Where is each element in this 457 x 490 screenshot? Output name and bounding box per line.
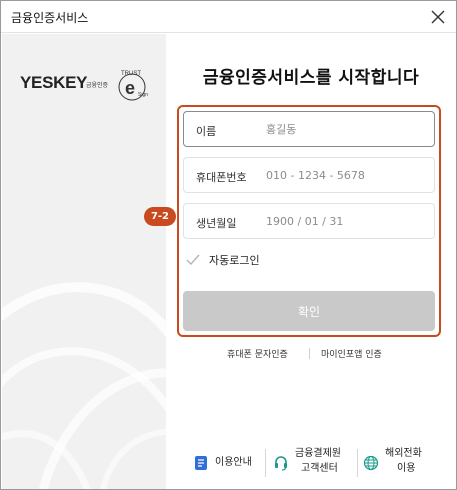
name-input[interactable] [266,118,426,140]
headset-icon [275,456,287,471]
svg-text:TRUST: TRUST [121,71,141,77]
phone-label: 휴대폰번호 [196,171,247,184]
confirm-button[interactable]: 확인 [183,291,435,331]
footer-divider [265,449,266,477]
sms-auth-link[interactable]: 휴대폰 문자인증 [227,347,288,360]
title-bar: 금융인증서비스 [1,1,456,33]
document-icon [195,456,207,470]
birth-input[interactable] [266,210,426,232]
support-label-line1: 금융결제원 [295,448,341,459]
birth-label: 생년월일 [196,217,237,230]
birth-field[interactable]: 생년월일 [183,203,435,239]
guide-link[interactable]: 이용안내 [193,445,265,481]
overseas-call-link[interactable]: 해외전화 이용 [363,445,443,481]
link-divider [309,348,310,359]
auth-window: 금융인증서비스 YESKEY 금융인증 TRUST e Sign 금융인증서비스 [0,0,457,490]
name-field[interactable]: 이름 [183,111,435,147]
footer-divider [357,449,358,477]
name-label: 이름 [196,125,217,138]
trust-esign-badge-icon: TRUST e Sign [118,71,148,101]
left-brand-panel: YESKEY 금융인증 TRUST e Sign [2,34,166,489]
step-badge: 7-2 [144,207,176,226]
globe-icon [363,455,379,471]
close-button[interactable] [426,5,450,29]
checkmark-icon [186,254,200,266]
svg-text:e: e [125,78,135,98]
logo-subtitle: 금융인증 [86,82,109,89]
page-heading: 금융인증서비스를 시작합니다 [202,68,420,88]
footer-links: 이용안내 금융결제원 고객센터 해외전화 이용 [181,445,451,481]
support-center-link[interactable]: 금융결제원 고객센터 [273,445,357,481]
svg-text:Sign: Sign [138,92,148,98]
window-title: 금융인증서비스 [11,11,89,25]
alternative-auth-links: 휴대폰 문자인증 마이인포앱 인증 [177,347,441,363]
phone-field[interactable]: 휴대폰번호 [183,157,435,193]
overseas-label-line2: 이용 [397,463,416,474]
myinfo-app-auth-link[interactable]: 마이인포앱 인증 [321,347,382,360]
support-label-line2: 고객센터 [301,463,338,474]
logo-wordmark: YESKEY [20,73,88,92]
phone-input[interactable] [266,164,426,186]
close-icon [431,10,445,24]
auto-login-label: 자동로그인 [209,254,260,267]
overseas-label-line1: 해외전화 [385,448,422,459]
yeskey-logo: YESKEY 금융인증 TRUST e Sign [16,66,166,106]
guide-label: 이용안내 [215,457,252,468]
